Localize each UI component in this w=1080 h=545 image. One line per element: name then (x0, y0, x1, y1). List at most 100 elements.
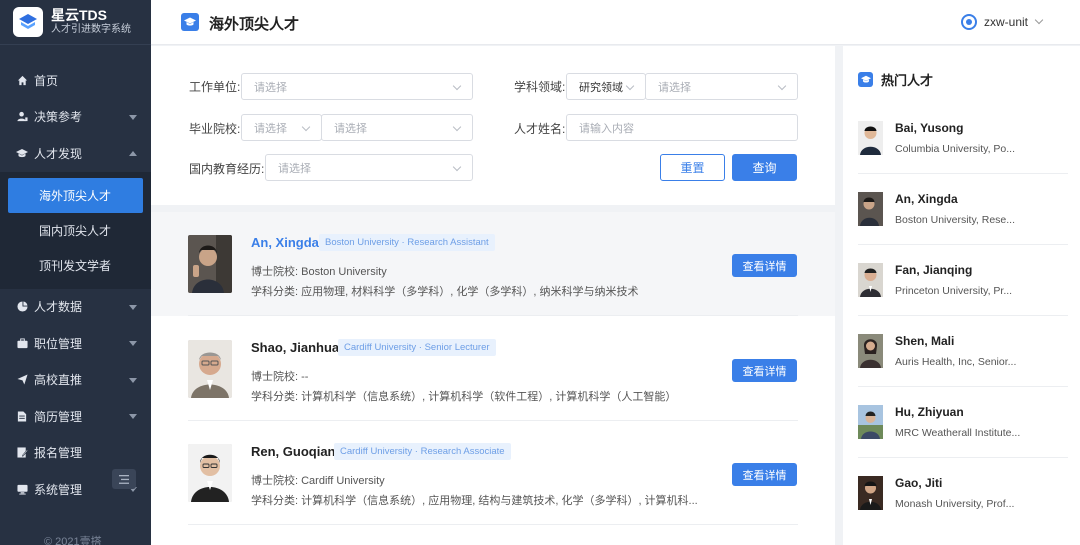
domestic-edu-placeholder: 请选择 (278, 162, 311, 175)
work-unit-label: 工作单位: (189, 80, 241, 94)
sidebar-item-resume-management[interactable]: 简历管理 (0, 398, 151, 435)
query-button[interactable]: 查询 (732, 154, 797, 181)
copyright: © 2021壹搭 (44, 536, 102, 545)
sidebar-item-label: 职位管理 (34, 336, 83, 351)
sidebar-item-home[interactable]: 首页 (0, 62, 151, 99)
divider (188, 524, 798, 525)
talent-name[interactable]: Shao, Jianhua (251, 340, 339, 355)
phd-school: 博士院校: Cardiff University (251, 475, 385, 487)
affiliation-tag: Boston University · Research Assistant (319, 234, 495, 251)
hot-talent-name: Gao, Jiti (895, 476, 943, 490)
form-icon (16, 447, 28, 459)
user-chart-icon (16, 111, 28, 123)
chevron-down-icon (452, 81, 462, 91)
talent-name-input[interactable]: 请输入内容 (566, 114, 798, 141)
sidebar-collapse-button[interactable] (112, 469, 136, 489)
hot-talent-name: Fan, Jianqing (895, 263, 973, 277)
talent-avatar (858, 405, 883, 439)
sidebar-subitem-overseas-talent[interactable]: 海外顶尖人才 (8, 177, 143, 213)
hot-talent-name: An, Xingda (895, 192, 958, 206)
hot-talent-item[interactable]: Hu, Zhiyuan MRC Weatherall Institute... (858, 387, 1068, 458)
talent-card[interactable]: An, Xingda Boston University · Research … (151, 212, 835, 316)
hot-talent-affiliation: Monash University, Prof... (895, 498, 1015, 510)
chevron-down-icon (301, 122, 311, 132)
chevron-down-icon (1034, 15, 1044, 25)
hot-talent-affiliation: MRC Weatherall Institute... (895, 427, 1021, 439)
sidebar-item-talent-data[interactable]: 人才数据 (0, 289, 151, 326)
school-country-select[interactable]: 请选择 (241, 114, 322, 141)
talent-name[interactable]: Ren, Guoqian (251, 444, 336, 459)
filter-panel: 工作单位: 请选择 学科领域: 研究领域 请选择 毕业院校: 请选择 请选择 人… (151, 46, 835, 205)
talent-results-list: An, Xingda Boston University · Research … (151, 212, 835, 545)
domestic-edu-select[interactable]: 请选择 (265, 154, 473, 181)
work-unit-placeholder: 请选择 (254, 81, 287, 94)
talent-card[interactable]: Shao, Jianhua Cardiff University · Senio… (151, 317, 835, 421)
sidebar-item-label: 高校直推 (34, 373, 83, 388)
pie-chart-icon (16, 301, 28, 313)
field-type-select[interactable]: 研究领域 (566, 73, 646, 100)
hot-talent-title: 热门人才 (881, 73, 934, 88)
sidebar-item-label: 简历管理 (34, 409, 83, 424)
sidebar-item-label: 系统管理 (34, 482, 83, 497)
hot-talent-affiliation: Columbia University, Po... (895, 143, 1016, 155)
talent-avatar (188, 444, 232, 502)
name-label: 人才姓名: (514, 122, 566, 136)
talent-card[interactable]: Ren, Guoqian Cardiff University · Resear… (151, 421, 835, 525)
sidebar-item-label: 人才数据 (34, 300, 83, 315)
sidebar-item-talent-discovery[interactable]: 人才发现 (0, 135, 151, 172)
sidebar-subitem-domestic-talent[interactable]: 国内顶尖人才 (8, 213, 143, 248)
phd-school: 博士院校: -- (251, 371, 309, 383)
sidebar-subnav: 海外顶尖人才 国内顶尖人才 顶刊发文学者 (0, 171, 151, 289)
sidebar-nav: 首页 决策参考 人才发现 (0, 45, 151, 172)
view-details-button[interactable]: 查看详情 (732, 463, 797, 486)
sidebar: 星云TDS 人才引进数字系统 首页 决策参考 人才发现 海外顶尖人才 国内顶尖人… (0, 0, 151, 545)
sidebar-item-registration-management[interactable]: 报名管理 (0, 435, 151, 472)
view-details-button[interactable]: 查看详情 (732, 254, 797, 277)
hot-talent-affiliation: Boston University, Rese... (895, 214, 1016, 226)
hot-talent-panel: 热门人才 Bai, Yusong Columbia University, Po… (843, 46, 1080, 545)
reset-button[interactable]: 重置 (660, 154, 725, 181)
chevron-up-icon (129, 151, 137, 157)
menu-icon (119, 474, 129, 484)
brand-name: 星云TDS (51, 7, 107, 23)
brand-subtitle: 人才引进数字系统 (51, 24, 131, 35)
user-name: zxw-unit (983, 15, 1028, 29)
hot-talent-item[interactable]: Fan, Jianqing Princeton University, Pr..… (858, 245, 1068, 316)
school-country-placeholder: 请选择 (254, 122, 287, 135)
hot-talent-item[interactable]: An, Xingda Boston University, Rese... (858, 174, 1068, 245)
sidebar-item-decision[interactable]: 决策参考 (0, 99, 151, 136)
school-select[interactable]: 请选择 (321, 114, 473, 141)
sidebar-item-label: 决策参考 (34, 110, 83, 125)
domestic-edu-label: 国内教育经历: (189, 162, 265, 176)
graduation-cap-icon (858, 72, 873, 87)
subject-categories: 学科分类: 计算机科学（信息系统）, 应用物理, 结构与建筑技术, 化学（多学科… (251, 495, 698, 507)
sidebar-item-job-management[interactable]: 职位管理 (0, 325, 151, 362)
user-avatar-icon (960, 14, 977, 30)
chevron-down-icon (452, 122, 462, 132)
view-details-button[interactable]: 查看详情 (732, 359, 797, 382)
talent-name[interactable]: An, Xingda (251, 235, 319, 250)
sidebar-subitem-journal-scholars[interactable]: 顶刊发文学者 (8, 248, 143, 283)
field-placeholder: 请选择 (658, 81, 691, 94)
brand[interactable]: 星云TDS 人才引进数字系统 (0, 0, 151, 45)
sidebar-item-university-direct[interactable]: 高校直推 (0, 362, 151, 399)
document-icon (16, 410, 28, 422)
hot-talent-item[interactable]: Shen, Mali Auris Health, Inc, Senior... (858, 316, 1068, 387)
work-unit-select[interactable]: 请选择 (241, 73, 473, 100)
hot-talent-item[interactable]: Bai, Yusong Columbia University, Po... (858, 103, 1068, 174)
page-title: 海外顶尖人才 (209, 16, 300, 33)
talent-avatar (858, 263, 883, 297)
field-select[interactable]: 请选择 (645, 73, 798, 100)
field-label: 学科领域: (514, 80, 566, 94)
sidebar-item-label: 首页 (34, 73, 59, 88)
affiliation-tag: Cardiff University · Senior Lecturer (338, 339, 496, 356)
graduation-cap-icon (16, 147, 28, 159)
sidebar-item-label: 报名管理 (34, 446, 83, 461)
school-placeholder: 请选择 (334, 122, 367, 135)
chevron-down-icon (129, 377, 137, 383)
hot-talent-item[interactable]: Gao, Jiti Monash University, Prof... (858, 458, 1068, 529)
user-menu[interactable]: zxw-unit (960, 14, 1044, 30)
graduation-cap-icon (181, 13, 199, 31)
talent-avatar (188, 340, 232, 398)
monitor-icon (16, 483, 28, 495)
